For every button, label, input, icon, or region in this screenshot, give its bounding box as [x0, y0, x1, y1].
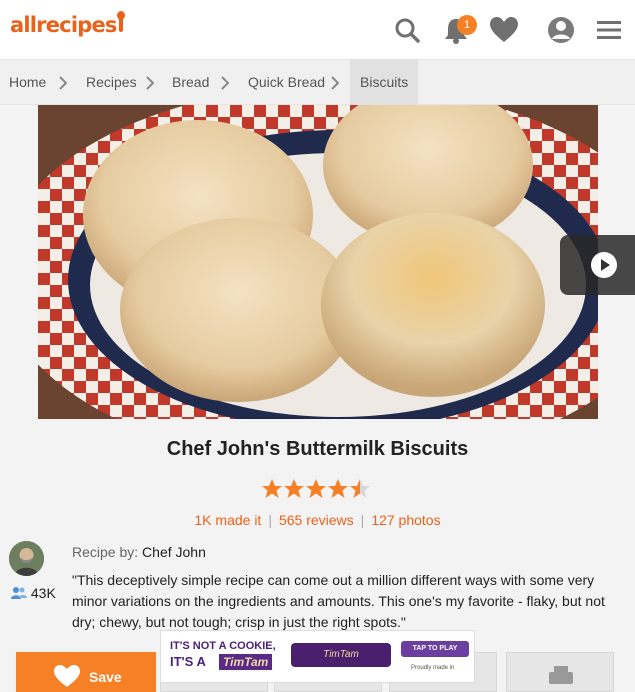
recipe-stats: 1K made it | 565 reviews | 127 photos: [194, 512, 441, 528]
followers-count[interactable]: 43K: [11, 585, 56, 601]
play-icon: [591, 252, 617, 278]
star-icon: [328, 479, 348, 498]
spoon-icon: [116, 11, 125, 32]
breadcrumb-bread[interactable]: Bread: [172, 60, 209, 105]
recipe-by: Recipe by: Chef John: [72, 544, 206, 560]
notification-badge[interactable]: 1: [457, 15, 477, 35]
rating-stars[interactable]: [261, 478, 371, 500]
ad-cta-button[interactable]: TAP TO PLAY: [401, 641, 469, 657]
chevron-right-icon: [59, 76, 67, 90]
video-button[interactable]: [560, 235, 635, 295]
ad-brand-logo: TimTam: [219, 654, 273, 670]
half-star-icon: [350, 479, 370, 498]
chevron-right-icon: [221, 76, 229, 90]
chevron-right-icon: [331, 76, 339, 90]
author-photo: [9, 541, 44, 576]
star-icon: [262, 479, 282, 498]
search-icon[interactable]: [391, 14, 423, 46]
advertisement-banner[interactable]: IT'S NOT A COOKIE, IT'S A TimTam TimTam …: [160, 630, 475, 683]
breadcrumb-quick-bread[interactable]: Quick Bread: [248, 60, 325, 105]
breadcrumb-home[interactable]: Home: [9, 60, 46, 105]
avatar[interactable]: [9, 541, 44, 576]
star-icon: [306, 479, 326, 498]
recipe-photo[interactable]: [38, 105, 598, 419]
followers-value: 43K: [30, 585, 56, 601]
logo-text: allrecipes: [10, 13, 117, 37]
made-it-link[interactable]: 1K made it: [194, 512, 261, 528]
top-header: allrecipes 1: [0, 0, 635, 60]
ad-headline: IT'S NOT A COOKIE,: [170, 640, 276, 652]
breadcrumb: Home Recipes Bread Quick Bread Biscuits: [0, 60, 635, 105]
ad-made-in: Proudly made in: [411, 665, 455, 671]
photos-link[interactable]: 127 photos: [371, 512, 440, 528]
allrecipes-logo[interactable]: allrecipes: [10, 11, 125, 37]
heart-icon: [54, 665, 80, 687]
reviews-link[interactable]: 565 reviews: [279, 512, 354, 528]
breadcrumb-biscuits[interactable]: Biscuits: [350, 60, 419, 105]
chevron-right-icon: [146, 76, 154, 90]
recipe-description: "This deceptively simple recipe can come…: [72, 572, 605, 630]
followers-icon: [11, 587, 27, 599]
biscuits-image: [38, 105, 598, 419]
recipe-by-label: Recipe by:: [72, 544, 139, 560]
author-name[interactable]: Chef John: [142, 544, 206, 560]
ad-product-pack: TimTam: [291, 643, 391, 667]
heart-icon[interactable]: [488, 14, 520, 46]
print-button[interactable]: [506, 652, 614, 692]
save-button[interactable]: Save: [16, 652, 156, 692]
ad-subheadline: IT'S A: [170, 654, 206, 669]
star-icon: [284, 479, 304, 498]
recipe-title: Chef John's Buttermilk Biscuits: [166, 438, 469, 460]
menu-icon[interactable]: [593, 14, 625, 46]
breadcrumb-recipes[interactable]: Recipes: [86, 60, 137, 105]
user-icon[interactable]: [545, 14, 577, 46]
print-icon: [549, 666, 573, 684]
